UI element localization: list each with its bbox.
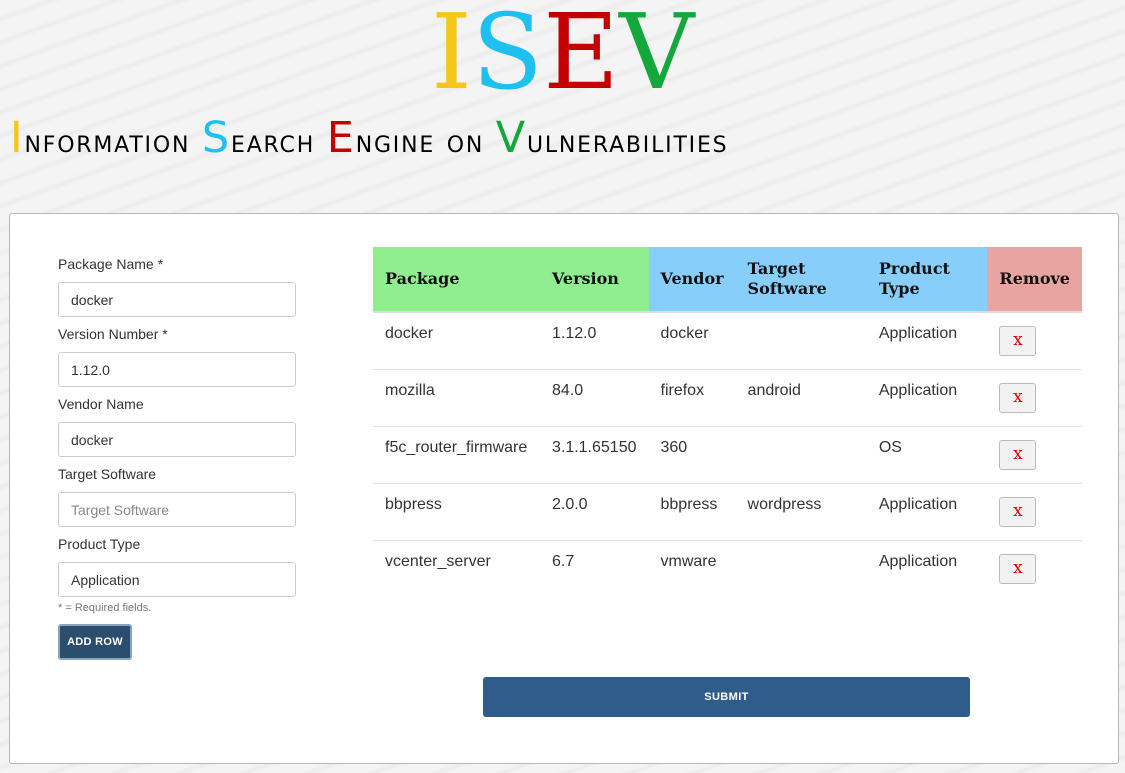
required-fields-note: * = Required fields.: [58, 602, 152, 614]
subtitle-word-on: on: [446, 124, 485, 160]
table-row: vcenter_server 6.7 vmware Application x: [373, 540, 1082, 597]
cell-type: Application: [878, 552, 958, 570]
header-remove: Remove: [987, 247, 1082, 313]
main-panel: Package Name * Version Number * Vendor N…: [9, 213, 1119, 764]
vendor-name-input[interactable]: [58, 422, 296, 457]
cell-vendor: firefox: [648, 369, 736, 427]
product-type-input[interactable]: [58, 562, 296, 597]
cell-package: bbpress: [373, 483, 540, 541]
package-table: Package Version Vendor Target Software P…: [373, 247, 1082, 597]
version-number-label: Version Number *: [58, 326, 168, 342]
subtitle-word-search: earch: [231, 124, 316, 160]
subtitle-word-information: nformation: [24, 124, 191, 160]
target-software-input[interactable]: [58, 492, 296, 527]
cell-version: 3.1.1.65150: [539, 426, 649, 484]
cell-version: 84.0: [539, 369, 649, 427]
cell-remove: x: [987, 369, 1082, 427]
cell-target: [735, 426, 867, 484]
target-software-label: Target Software: [58, 466, 157, 482]
cell-package: docker: [373, 312, 540, 370]
table-row: bbpress 2.0.0 bbpress wordpress Applicat…: [373, 483, 1082, 541]
cell-target: [736, 540, 867, 597]
table-row: f5c_router_firmware 3.1.1.65150 360 OS x: [373, 426, 1082, 484]
cell-version: 2.0.0: [539, 483, 649, 541]
logo-letter-e: E: [543, 0, 620, 113]
logo-letter-s: S: [471, 0, 544, 113]
remove-row-button[interactable]: x: [999, 496, 1037, 527]
header-target-software: Target Software: [735, 247, 867, 313]
cell-version: 1.12.0: [539, 312, 649, 370]
cell-target: wordpress: [735, 483, 867, 541]
submit-button[interactable]: SUBMIT: [483, 677, 970, 717]
cell-type: Application: [866, 312, 988, 370]
cell-vendor: vmware: [660, 552, 717, 570]
subtitle-initial-i: I: [10, 113, 25, 163]
package-name-label: Package Name *: [58, 256, 164, 272]
header-package: Package: [373, 247, 540, 313]
cell-package: mozilla: [373, 369, 540, 427]
add-package-form: Package Name * Version Number * Vendor N…: [58, 254, 298, 660]
subtitle-initial-e: E: [326, 113, 356, 163]
logo-letter-i: I: [430, 0, 472, 113]
isev-logo: ISEV: [0, 0, 1125, 104]
subtitle-word-engine: ngine: [355, 124, 436, 160]
cell-remove: x: [987, 540, 1082, 597]
logo-letter-v: V: [619, 0, 695, 113]
site-subtitle: Information Search Engine on Vulnerabili…: [10, 117, 1125, 160]
cell-vendor: bbpress: [648, 483, 736, 541]
version-number-input[interactable]: [58, 352, 296, 387]
subtitle-initial-v: V: [495, 113, 527, 163]
header-vendor: Vendor: [648, 247, 736, 313]
remove-row-button[interactable]: x: [999, 382, 1037, 413]
cell-package: vcenter_server: [385, 552, 491, 570]
remove-row-button[interactable]: x: [999, 326, 1037, 356]
product-type-label: Product Type: [58, 536, 141, 552]
subtitle-initial-s: S: [201, 113, 231, 163]
package-name-input[interactable]: [58, 282, 296, 317]
cell-vendor: 360: [648, 426, 736, 484]
cell-type: OS: [866, 426, 988, 484]
remove-row-button[interactable]: x: [999, 439, 1037, 470]
table-header-row: Package Version Vendor Target Software P…: [373, 247, 1082, 313]
table-row: docker 1.12.0 docker Application x: [373, 312, 1082, 370]
vendor-name-label: Vendor Name: [58, 396, 144, 412]
cell-remove: x: [987, 426, 1082, 484]
table-row: mozilla 84.0 firefox android Application…: [373, 369, 1082, 427]
add-row-button[interactable]: ADD ROW: [58, 624, 132, 660]
header-product-type: Product Type: [866, 247, 988, 313]
remove-row-button[interactable]: x: [999, 553, 1037, 584]
cell-remove: x: [987, 312, 1082, 370]
cell-target: [735, 312, 867, 370]
cell-type: Application: [866, 369, 988, 427]
cell-vendor: docker: [648, 312, 736, 370]
subtitle-word-vulnerabilities: ulnerabilities: [526, 124, 729, 160]
cell-target: android: [735, 369, 867, 427]
cell-type: Application: [866, 483, 988, 541]
cell-package: f5c_router_firmware: [373, 426, 540, 484]
cell-remove: x: [987, 483, 1082, 541]
header-version: Version: [539, 247, 649, 313]
cell-version: 6.7: [551, 552, 575, 570]
